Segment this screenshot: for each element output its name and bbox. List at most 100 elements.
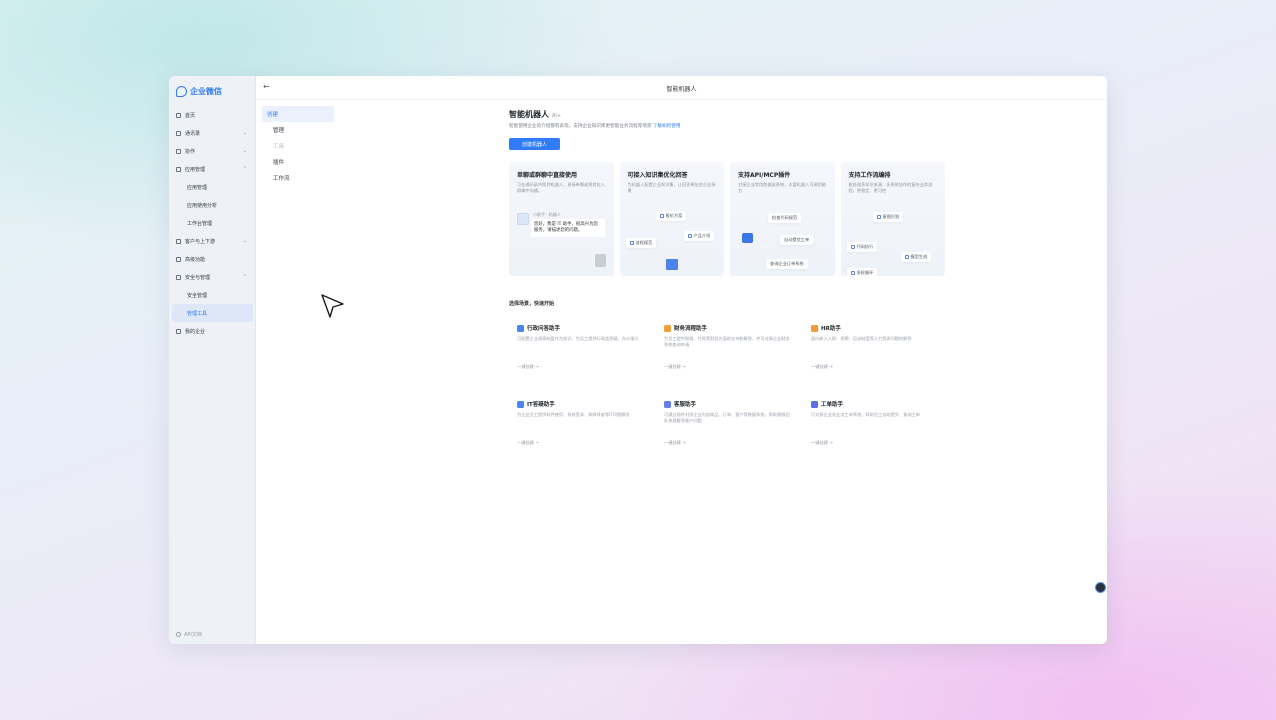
scene-icon [664,400,671,408]
api-docs-label: API文档 [184,632,202,638]
chevron-icon: ⌃ [242,274,247,280]
bot-avatar [517,213,529,225]
user-avatar-icon [594,254,606,267]
ai-tag: AI+ [552,113,562,119]
doc-icon [659,213,664,218]
plugin-chip: 检查代码规范 [768,213,802,223]
chevron-icon: ⌄ [242,238,247,244]
contacts-icon [176,130,181,136]
sidebar-item-label: 安全管理 [187,292,208,299]
sidebar-item-label: 客户与上下游 [185,238,216,245]
sidebar-item[interactable]: 安全管理 [169,286,256,304]
logo[interactable]: 企业微信 [176,86,222,97]
workflow-chip: 模型生成 [900,252,932,262]
sidebar-item[interactable]: 客户与上下游 ⌄ [169,232,256,250]
sidebar-item[interactable]: 管理工具 [172,304,253,322]
scene-title: HR助手 [821,326,841,332]
scene-card[interactable]: 行政问答助手可配置企业规章制度作为知识，为员工提供行政类答疑，办公指引 一键创建 … [517,324,649,384]
quick-create-link[interactable]: 一键创建 → [811,364,833,370]
scene-icon [811,400,818,408]
quick-create-link[interactable]: 一键创建 → [664,364,686,370]
chevron-icon: ⌄ [242,148,247,154]
scene-title: 客服助手 [674,402,697,408]
sidebar-nav: 首页 通讯录 ⌄ 协作 ⌄ 应用管理 ⌃ 应用管理 应用使用分析 工作台管理 客户与上下游 ⌄ 高级功能… [169,106,256,340]
scene-icon [811,324,818,332]
books-icon [665,259,678,270]
sidebar-item-label: 应用使用分析 [187,202,218,209]
plugin-chip: 查询企业订单系统 [766,259,808,269]
sidebar-item[interactable]: 我的企业 [169,322,256,340]
feature-cards: 单聊或群聊中直接使用 可在通讯录内找到机器人，直接单聊或将其拉入群聊中沟通。 小… [509,162,945,276]
sidebar-item-label: 协作 [185,148,196,155]
sidebar-item[interactable]: 应用使用分析 [169,196,256,214]
sidebar-item-label: 应用管理 [185,166,206,173]
scene-desc: 可通过插件对接企业内部商品、订单、客户等数据系统，帮助客服团队快速解答客户问题 [664,412,790,423]
subnav-item[interactable]: 管理 [262,122,334,138]
scene-card[interactable]: 财务流程助手 为员工提供报销、付款等财务方面的支持和解答，并可对接企业财务系统查询… [664,324,796,384]
scene-header: HR助手 [811,324,943,332]
learn-more-link[interactable]: 了解如何使用 [653,124,681,129]
sidebar-item[interactable]: 应用管理 ⌃ [169,160,256,178]
sidebar-item-label: 通讯录 [185,130,201,137]
scene-desc: 为员工提供报销、付款等财务方面的支持和解答，并可对接企业财务系统查询申请 [664,336,790,347]
feature-desc: 可在通讯录内找到机器人，直接单聊或将其拉入群聊中沟通。 [517,182,605,193]
sidebar-item[interactable]: 协作 ⌄ [169,142,256,160]
doc-icon [687,233,692,238]
scene-card[interactable]: 客服助手可通过插件对接企业内部商品、订单、客户等数据系统，帮助客服团队快速解答客… [664,400,796,460]
sidebar-item[interactable]: 首页 [169,106,256,124]
quick-create-link[interactable]: 一键创建 → [664,440,686,446]
sidebar-item-label: 管理工具 [187,310,208,317]
scene-desc: 可对接企业各业务工单系统，帮助员工自助提交、查询工单 [811,412,920,417]
sidebar-item[interactable]: 通讯录 ⌄ [169,124,256,142]
feature-card-chat: 单聊或群聊中直接使用 可在通讯录内找到机器人，直接单聊或将其拉入群聊中沟通。 小… [509,162,614,276]
knowledge-chip: 报价方案 [655,211,687,221]
quick-create-link[interactable]: 一键创建 → [517,440,539,446]
scenes-title: 选择场景，快速开始 [509,301,555,307]
subnav-item[interactable]: 工具 [262,138,334,154]
scene-title: 行政问答助手 [527,326,561,332]
plugin-icon [742,233,753,243]
scene-card[interactable]: HR助手 面向新人入职、招聘、培训制度等人力资源问题的解答 一键创建 → [811,324,943,384]
feature-desc: 对接企业常用数据或系统，丰富机器人可调用能力 [738,182,826,193]
security-icon [176,274,181,280]
sidebar-item[interactable]: 高级功能 [169,250,256,268]
scene-icon [664,324,671,332]
sidebar-item-label: 工作台管理 [187,220,213,227]
subnav-item[interactable]: 创建 [262,106,334,122]
page-title-text: 智能机器人 [509,110,549,119]
create-robot-button[interactable]: 创建机器人 [509,138,560,150]
feature-title: 支持API/MCP插件 [738,172,791,179]
quick-create-link[interactable]: 一键创建 → [517,364,539,370]
scene-header: 客服助手 [664,400,796,408]
feature-desc: 能处理多知识来源、多系统协作的复杂业务流程，更稳定、更可控 [848,182,933,193]
scene-desc: 可配置企业规章制度作为知识，为员工提供行政类答疑，办公指引 [517,336,639,341]
chevron-icon: ⌄ [242,130,247,136]
sidebar-item[interactable]: 工作台管理 [169,214,256,232]
node-icon [850,244,855,249]
scene-header: 行政问答助手 [517,324,649,332]
quick-create-link[interactable]: 一键创建 → [811,440,833,446]
logo-text: 企业微信 [190,87,222,96]
scene-header: IT答疑助手 [517,400,649,408]
collab-icon [176,148,181,154]
api-docs-link[interactable]: API文档 [176,631,202,638]
subnav-item[interactable]: 插件 [262,154,334,170]
feature-card-workflow: 支持工作流编排 能处理多知识来源、多系统协作的复杂业务流程，更稳定、更可控 意图… [840,162,945,276]
knowledge-chip: 产品介绍 [683,231,715,241]
customer-icon [176,238,181,244]
subnav-item[interactable]: 工作流 [262,170,334,186]
sidebar-item-label: 高级功能 [185,256,206,263]
feature-card-plugins: 支持API/MCP插件 对接企业常用数据或系统，丰富机器人可调用能力 检查代码规… [730,162,835,276]
scene-header: 工单助手 [811,400,943,408]
page-title: 智能机器人 AI+ [509,109,959,120]
main-content: 智能机器人 AI+ 智能使用企业的介绍都有表现，支持企业知识库更智能业务流程等场… [509,109,959,445]
workflow-chip: 代码执行 [846,242,878,252]
sidebar-item[interactable]: 应用管理 [169,178,256,196]
assistant-float-button[interactable] [1095,582,1106,593]
sidebar-item[interactable]: 安全与管理 ⌃ [169,268,256,286]
scene-icon [517,324,524,332]
scene-card[interactable]: 工单助手可对接企业各业务工单系统，帮助员工自助提交、查询工单 一键创建 → [811,400,943,460]
scene-card[interactable]: IT答疑助手 为企业员工提供软件使用、系统登录、故障排查等IT问题解答 一键创建 → [517,400,649,460]
sidebar: 企业微信 首页 通讯录 ⌄ 协作 ⌄ 应用管理 ⌃ 应用管理 应用使用分析 工作台管理 客户与上下游… [169,76,256,644]
scene-header: 财务流程助手 [664,324,796,332]
